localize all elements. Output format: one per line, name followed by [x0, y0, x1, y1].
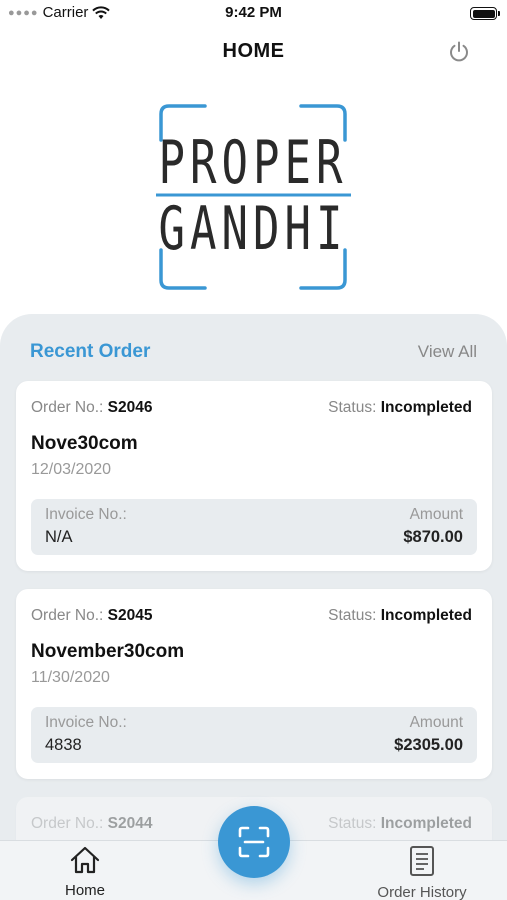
amount-value: $2305.00 [394, 736, 463, 754]
invoice-label: Invoice No.: [45, 506, 127, 523]
view-all-link[interactable]: View All [418, 342, 477, 362]
order-date: 11/30/2020 [31, 669, 110, 686]
scan-icon [238, 826, 270, 858]
document-icon [410, 846, 434, 876]
tab-home-label: Home [64, 882, 105, 899]
invoice-number: 4838 [45, 736, 82, 754]
order-card[interactable]: Order No.: S2045 Status: Incompleted Nov… [16, 589, 492, 779]
amount-label: Amount [409, 506, 463, 523]
home-icon [70, 846, 100, 874]
invoice-summary: Invoice No.: N/A Amount $870.00 [31, 499, 477, 555]
order-name: November30com [31, 641, 185, 662]
power-button[interactable] [447, 40, 471, 64]
battery-icon [470, 7, 500, 20]
order-number: Order No.: S2045 [31, 607, 153, 624]
tab-order-history[interactable]: Order History [362, 845, 482, 900]
order-status: Status: Incompleted [328, 815, 472, 832]
order-number: Order No.: S2046 [31, 399, 153, 416]
clock: 9:42 PM [225, 4, 282, 21]
page-title: HOME [222, 40, 285, 62]
order-status: Status: Incompleted [328, 607, 472, 624]
invoice-summary: Invoice No.: 4838 Amount $2305.00 [31, 707, 477, 763]
status-bar: ●●●● Carrier 9:42 PM [0, 0, 507, 28]
order-card[interactable]: Order No.: S2046 Status: Incompleted Nov… [16, 381, 492, 571]
logo-line-1: PROPER [158, 129, 348, 198]
amount-value: $870.00 [403, 528, 463, 546]
amount-label: Amount [409, 714, 463, 731]
invoice-number: N/A [45, 528, 73, 546]
scan-button[interactable] [218, 806, 290, 878]
order-number: Order No.: S2044 [31, 815, 153, 832]
brand-logo: PROPER GANDHI [153, 100, 353, 294]
order-status: Status: Incompleted [328, 399, 472, 416]
recent-order-title: Recent Order [30, 341, 151, 362]
tab-order-history-label: Order History [377, 884, 467, 900]
power-icon [450, 41, 468, 62]
logo-line-2: GANDHI [158, 195, 348, 264]
order-name: Nove30com [31, 433, 138, 454]
invoice-label: Invoice No.: [45, 714, 127, 731]
order-date: 12/03/2020 [31, 461, 112, 478]
tab-home[interactable]: Home [50, 845, 120, 899]
recent-orders-header: Recent Order View All [30, 338, 477, 366]
